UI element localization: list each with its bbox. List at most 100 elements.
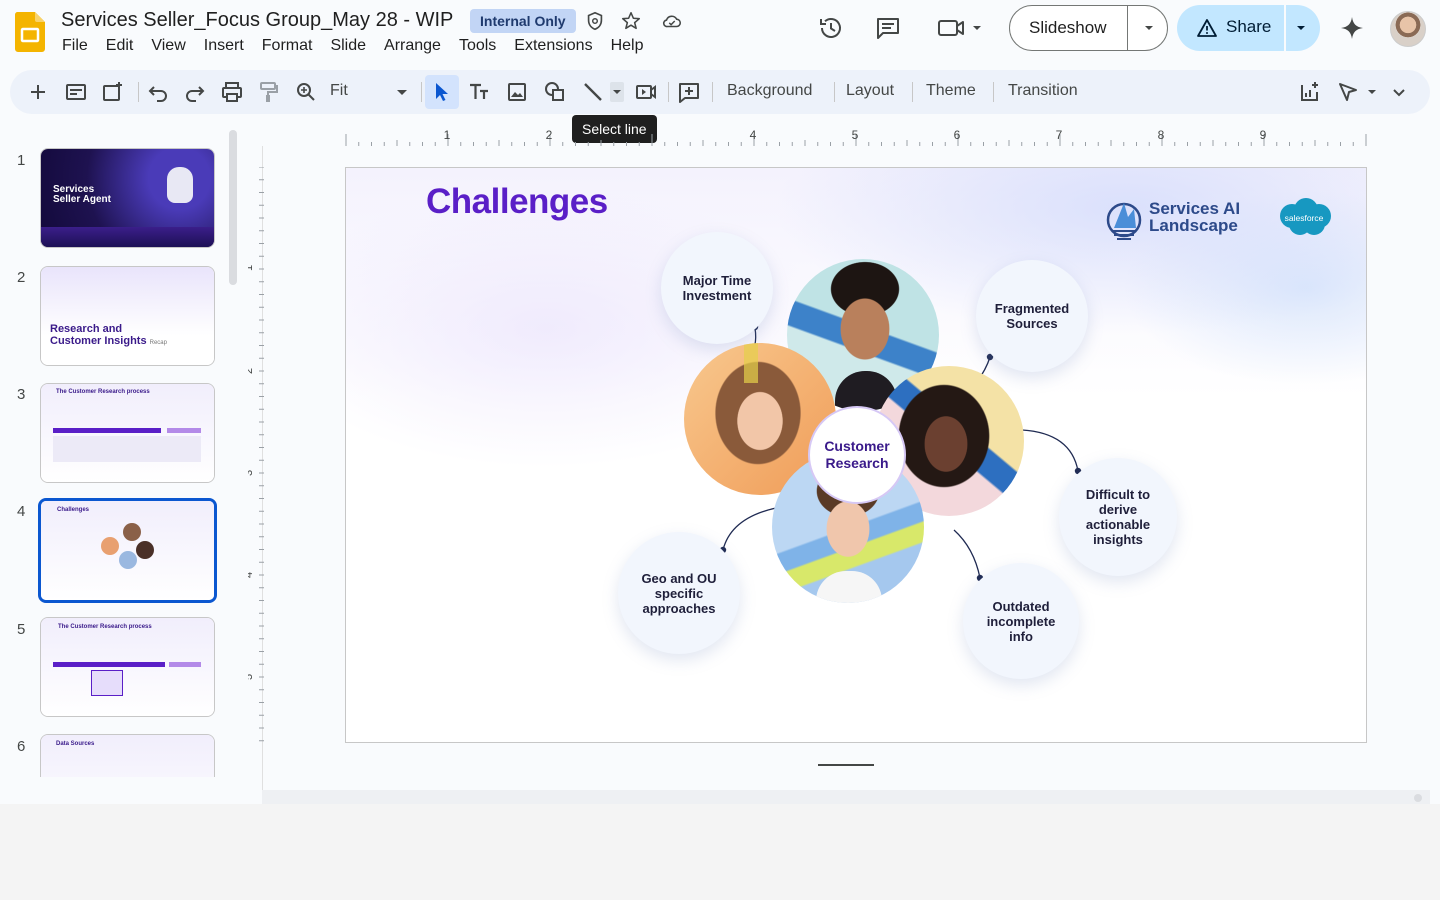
center-line1: Customer — [824, 438, 890, 454]
undo-icon[interactable] — [146, 80, 170, 104]
toolbar: Fit Background Layout Theme Transition — [10, 70, 1430, 114]
zoom-select[interactable]: Fit — [330, 82, 348, 100]
customer-research-center[interactable]: Customer Research — [808, 406, 906, 504]
title-bar: Services Seller_Focus Group_May 28 - WIP… — [0, 0, 1440, 66]
menu-extensions[interactable]: Extensions — [514, 37, 592, 55]
new-slide-icon[interactable] — [26, 80, 50, 104]
comments-icon[interactable] — [874, 14, 902, 42]
bubble-text: Geo and OU — [641, 570, 717, 586]
zoom-dropdown-icon[interactable] — [390, 80, 414, 104]
background-button[interactable]: Background — [727, 82, 812, 100]
transition-button[interactable]: Transition — [1008, 82, 1078, 100]
bubble-outdated-info[interactable]: Outdated incomplete info — [963, 563, 1079, 679]
share-dropdown-icon[interactable] — [1293, 20, 1309, 36]
ruler-label: 4 — [750, 128, 757, 142]
bubble-text: Sources — [1006, 316, 1058, 331]
horizontal-scrollbar[interactable] — [262, 790, 1430, 804]
ruler-label: 5 — [248, 674, 255, 680]
select-cursor-icon[interactable] — [430, 80, 454, 104]
import-slides-icon[interactable] — [101, 80, 125, 104]
bubble-geo-ou-approaches[interactable]: Geo and OU specific approaches — [618, 532, 740, 654]
toolbar-separator — [421, 82, 422, 102]
bubble-text: actionable — [1085, 517, 1151, 532]
slide-thumbnail-5[interactable]: The Customer Research process — [40, 617, 215, 717]
bubble-fragmented-sources[interactable]: Fragmented Sources — [976, 260, 1088, 372]
pen-tool-icon[interactable] — [1336, 80, 1360, 104]
bubble-text: info — [1009, 628, 1033, 644]
slides-logo-icon[interactable] — [15, 12, 45, 52]
bubble-text: Major Time — [682, 273, 752, 288]
bubble-text: Investment — [682, 288, 752, 303]
zoom-icon[interactable] — [294, 80, 318, 104]
slide-thumbnail-3[interactable]: The Customer Research process — [40, 383, 215, 483]
slide-thumbnail-6[interactable]: Data Sources — [40, 734, 215, 777]
menu-tools[interactable]: Tools — [459, 37, 496, 55]
menu-help[interactable]: Help — [611, 37, 644, 55]
print-icon[interactable] — [220, 80, 244, 104]
thumb-title-line2: Seller Agent — [53, 194, 111, 205]
cloud-saved-icon[interactable] — [661, 10, 683, 32]
shape-icon[interactable] — [543, 80, 567, 104]
thumb-title-line1: Research and — [50, 323, 123, 335]
menu-format[interactable]: Format — [262, 37, 313, 55]
bubble-difficult-insights[interactable]: Difficult to derive actionable insights — [1059, 458, 1177, 576]
toolbar-separator — [834, 82, 835, 102]
bubble-text: specific — [654, 585, 704, 601]
speaker-notes-handle[interactable] — [818, 764, 874, 766]
slide-number: 2 — [17, 269, 26, 286]
layout-button[interactable]: Layout — [846, 82, 894, 100]
toolbar-separator — [712, 82, 713, 102]
star-icon[interactable] — [620, 10, 642, 32]
line-dropdown-icon[interactable] — [610, 80, 624, 104]
slide-thumbnail-1[interactable]: Services Seller Agent — [40, 148, 215, 248]
share-label: Share — [1226, 17, 1272, 36]
insert-video-icon[interactable] — [634, 80, 658, 104]
share-button[interactable]: Share — [1177, 5, 1320, 51]
menu-edit[interactable]: Edit — [106, 37, 134, 55]
theme-button[interactable]: Theme — [926, 82, 976, 100]
slide-layout-icon[interactable] — [64, 80, 88, 104]
shield-icon[interactable] — [584, 10, 606, 32]
slide-thumbnail-4[interactable]: Challenges — [38, 498, 217, 603]
add-comment-icon[interactable] — [677, 80, 701, 104]
menu-slide[interactable]: Slide — [330, 37, 366, 55]
horizontal-ruler[interactable]: 1 2 4 5 6 7 8 9 — [262, 128, 1430, 146]
collapse-toolbar-icon[interactable] — [1387, 80, 1411, 104]
bubble-major-time-investment[interactable]: Major Time Investment — [661, 232, 773, 344]
internal-only-badge[interactable]: Internal Only — [470, 9, 576, 33]
astronaut-illustration — [167, 167, 193, 203]
thumb-title: Challenges — [57, 507, 90, 513]
line-icon[interactable] — [581, 80, 605, 104]
thumb-title-line2: Customer Insights — [50, 335, 147, 347]
slideshow-dropdown-icon[interactable] — [1141, 20, 1157, 36]
vertical-ruler[interactable]: 1 2 3 4 5 — [248, 167, 264, 744]
bubble-text: Outdated — [992, 598, 1050, 614]
menu-view[interactable]: View — [151, 37, 185, 55]
scrollbar-end — [1414, 794, 1422, 802]
menu-file[interactable]: File — [62, 37, 88, 55]
slide-number: 1 — [17, 152, 26, 169]
warning-icon — [1197, 19, 1217, 37]
gemini-sparkle-icon[interactable] — [1340, 16, 1364, 40]
paint-format-icon[interactable] — [256, 80, 280, 104]
insert-chart-icon[interactable] — [1298, 80, 1322, 104]
redo-icon[interactable] — [183, 80, 207, 104]
slide-thumbnail-2[interactable]: Research and Customer Insights Recap — [40, 266, 215, 366]
pen-dropdown-icon[interactable] — [1360, 80, 1384, 104]
slide-number: 6 — [17, 738, 26, 755]
bubble-text: insights — [1093, 532, 1143, 547]
menu-insert[interactable]: Insert — [204, 37, 244, 55]
user-avatar[interactable] — [1390, 11, 1426, 47]
insert-image-icon[interactable] — [505, 80, 529, 104]
version-history-icon[interactable] — [817, 14, 845, 42]
menu-arrange[interactable]: Arrange — [384, 37, 441, 55]
ruler-label: 6 — [954, 128, 961, 142]
slide-canvas[interactable]: Challenges Services AI Landscape salesfo… — [345, 167, 1367, 743]
toolbar-separator — [668, 82, 669, 102]
meet-camera-icon[interactable] — [936, 14, 984, 42]
text-box-icon[interactable] — [467, 80, 491, 104]
slideshow-button[interactable]: Slideshow — [1009, 5, 1168, 51]
footer-area — [0, 804, 1440, 900]
document-title[interactable]: Services Seller_Focus Group_May 28 - WIP — [61, 9, 453, 32]
filmstrip-scrollbar[interactable] — [229, 130, 237, 285]
